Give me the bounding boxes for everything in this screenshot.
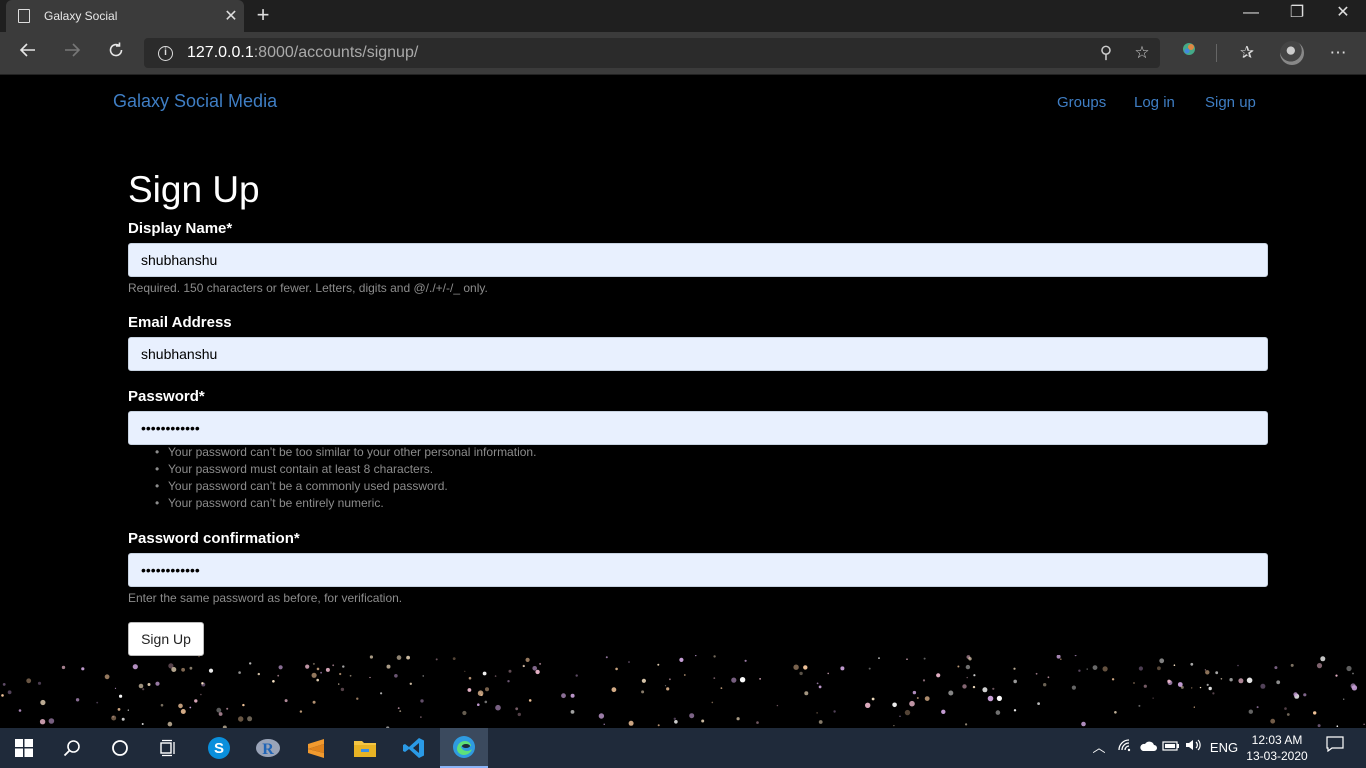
edge-app[interactable] bbox=[440, 728, 488, 768]
site-brand-link[interactable]: Galaxy Social Media bbox=[113, 91, 277, 112]
skype-icon: S bbox=[208, 737, 230, 759]
sublime-app[interactable] bbox=[292, 728, 340, 768]
r-logo-icon: R bbox=[256, 739, 280, 758]
window-close-button[interactable]: ✕ bbox=[1320, 0, 1366, 32]
nav-signup-link[interactable]: Sign up bbox=[1205, 94, 1256, 111]
edge-icon bbox=[453, 736, 475, 758]
password-rule: Your password must contain at least 8 ch… bbox=[155, 462, 536, 479]
browser-titlebar: Galaxy Social ✕ + — ❐ ✕ bbox=[0, 0, 1366, 32]
wifi-icon[interactable] bbox=[1114, 728, 1136, 768]
forward-arrow-icon bbox=[65, 43, 81, 57]
clock-time: 12:03 AM bbox=[1251, 733, 1303, 747]
windows-logo-icon bbox=[15, 739, 33, 757]
refresh-button[interactable] bbox=[101, 38, 131, 68]
search-key-icon[interactable]: ⚲ bbox=[1088, 43, 1124, 63]
page-title: Sign Up bbox=[128, 169, 260, 210]
nav-groups-link[interactable]: Groups bbox=[1057, 94, 1106, 111]
search-icon bbox=[63, 740, 80, 757]
favorite-star-icon[interactable]: ☆ bbox=[1124, 43, 1160, 63]
tray-overflow-chevron-icon[interactable]: ︿ bbox=[1088, 728, 1110, 768]
display-name-field[interactable]: shubhanshu bbox=[128, 243, 1268, 277]
email-label: Email Address bbox=[128, 314, 232, 331]
page-content: Galaxy Social Media Groups Log in Sign u… bbox=[0, 75, 1366, 728]
search-button[interactable] bbox=[48, 728, 96, 768]
display-name-help: Required. 150 characters or fewer. Lette… bbox=[128, 281, 488, 295]
vscode-icon bbox=[403, 738, 424, 758]
system-clock[interactable]: 12:03 AM 13-03-2020 bbox=[1244, 732, 1310, 764]
favorites-icon[interactable]: ✰ bbox=[1232, 38, 1262, 68]
svg-text:R: R bbox=[262, 741, 274, 758]
cortana-button[interactable] bbox=[96, 728, 144, 768]
windows-taskbar: S R ︿ ENG 12:03 AM 13-03-2020 bbox=[0, 728, 1366, 768]
r-app[interactable]: R bbox=[244, 728, 292, 768]
task-view-button[interactable] bbox=[144, 728, 192, 768]
address-url[interactable]: 127.0.0.1:8000/accounts/signup/ bbox=[187, 44, 1088, 62]
sublime-text-icon bbox=[308, 739, 324, 758]
starfield-background bbox=[1, 655, 1365, 728]
clock-date: 13-03-2020 bbox=[1246, 749, 1308, 763]
tab-title: Galaxy Social bbox=[44, 9, 118, 23]
minimize-button[interactable]: — bbox=[1228, 0, 1274, 32]
notifications-icon[interactable] bbox=[1320, 728, 1350, 768]
language-indicator[interactable]: ENG bbox=[1208, 728, 1240, 768]
password-label: Password* bbox=[128, 388, 205, 405]
volume-icon[interactable] bbox=[1183, 728, 1205, 768]
password-rule: Your password can’t be a commonly used p… bbox=[155, 479, 536, 496]
skype-app[interactable]: S bbox=[195, 728, 243, 768]
tab-close-icon[interactable]: ✕ bbox=[218, 6, 244, 26]
password-rule: Your password can’t be too similar to yo… bbox=[155, 445, 536, 462]
battery-icon[interactable] bbox=[1160, 728, 1182, 768]
password-confirmation-field[interactable]: •••••••••••• bbox=[128, 553, 1268, 587]
site-info-icon[interactable]: i bbox=[158, 45, 173, 61]
forward-button[interactable] bbox=[57, 38, 87, 68]
nav-login-link[interactable]: Log in bbox=[1134, 94, 1175, 111]
cortana-icon bbox=[112, 740, 128, 756]
restore-button[interactable]: ❐ bbox=[1274, 0, 1320, 32]
vscode-app[interactable] bbox=[390, 728, 438, 768]
file-explorer-app[interactable] bbox=[341, 728, 389, 768]
back-arrow-icon bbox=[19, 43, 35, 57]
page-icon bbox=[18, 9, 30, 23]
password-confirmation-help: Enter the same password as before, for v… bbox=[128, 591, 403, 605]
folder-icon bbox=[354, 741, 376, 757]
new-tab-button[interactable]: + bbox=[252, 4, 274, 26]
password-rules-list: Your password can’t be too similar to yo… bbox=[155, 445, 536, 513]
svg-text:S: S bbox=[214, 740, 224, 757]
extension-icon[interactable] bbox=[1174, 38, 1204, 68]
task-view-icon bbox=[160, 739, 175, 757]
email-field[interactable]: shubhanshu bbox=[128, 337, 1268, 371]
browser-tab[interactable]: Galaxy Social ✕ bbox=[6, 0, 244, 32]
password-confirmation-label: Password confirmation* bbox=[128, 530, 300, 547]
signup-submit-button[interactable]: Sign Up bbox=[128, 622, 204, 656]
onedrive-cloud-icon[interactable] bbox=[1137, 728, 1159, 768]
profile-avatar[interactable] bbox=[1280, 41, 1304, 65]
password-field[interactable]: •••••••••••• bbox=[128, 411, 1268, 445]
more-menu-icon[interactable]: ⋯ bbox=[1323, 38, 1353, 68]
start-button[interactable] bbox=[0, 728, 48, 768]
toolbar-separator bbox=[1216, 44, 1217, 62]
display-name-label: Display Name* bbox=[128, 220, 233, 237]
address-bar[interactable]: i 127.0.0.1:8000/accounts/signup/ ⚲ ☆ bbox=[144, 38, 1160, 68]
refresh-icon bbox=[109, 42, 123, 57]
browser-toolbar: i 127.0.0.1:8000/accounts/signup/ ⚲ ☆ ✰ … bbox=[0, 32, 1366, 75]
back-button[interactable] bbox=[13, 38, 43, 68]
password-rule: Your password can’t be entirely numeric. bbox=[155, 496, 536, 513]
